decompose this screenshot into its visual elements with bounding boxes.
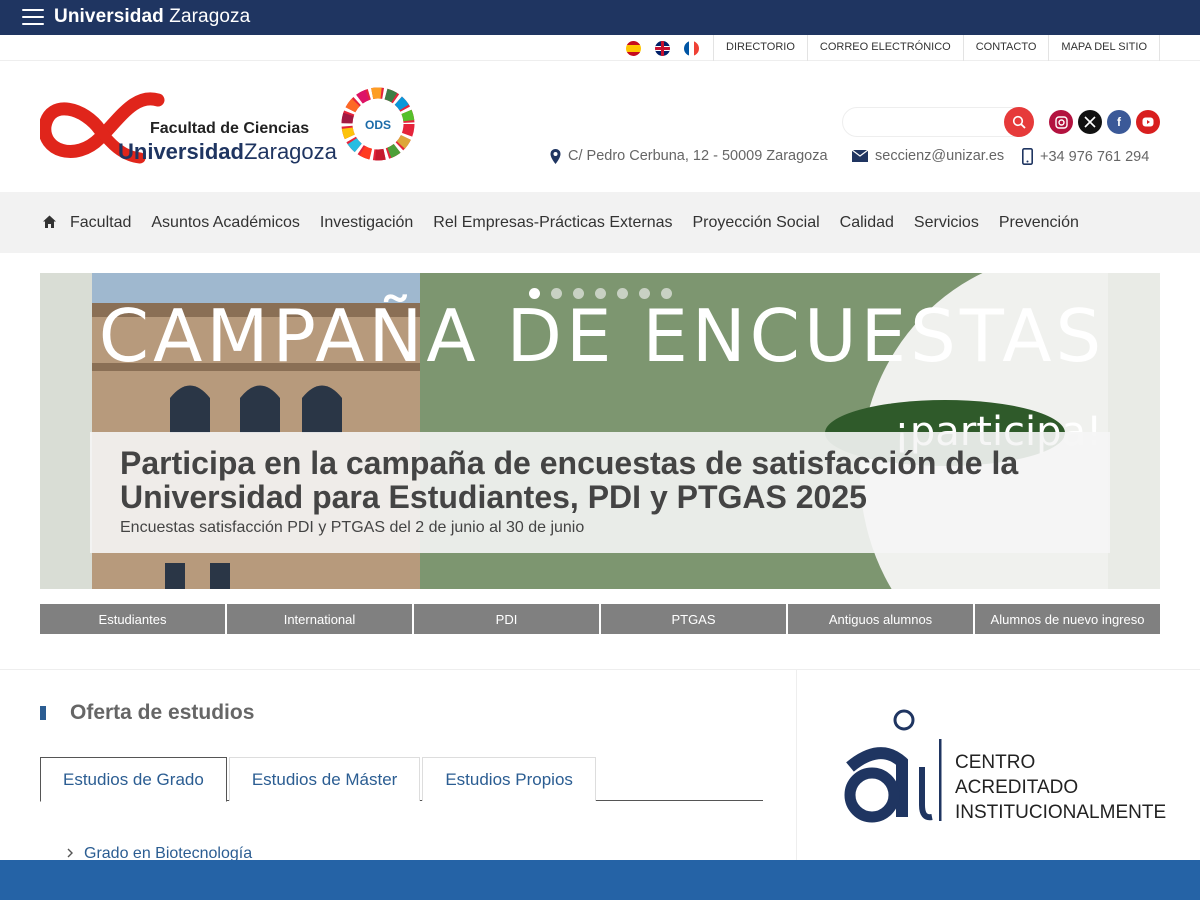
chevron-right-icon [67,848,73,858]
email-contact[interactable]: seccienz@unizar.es [852,148,1004,164]
ods-logo-icon[interactable]: ODS [338,84,418,164]
quick-link-nuevo-ingreso[interactable]: Alumnos de nuevo ingreso [975,604,1160,634]
slider-dot[interactable] [573,288,584,299]
ods-label: ODS [365,118,391,132]
location-pin-icon [550,148,561,164]
banner-text: CAMPAÑA DE ENCUESTAS [99,294,1105,378]
nav-item-servicios[interactable]: Servicios [904,214,989,232]
slide-subtitle: Encuestas satisfacción PDI y PTGAS del 2… [120,519,585,536]
nav-item-facultad[interactable]: Facultad [60,214,141,232]
envelope-icon [852,150,868,162]
quick-link-estudiantes[interactable]: Estudiantes [40,604,225,634]
contact-link[interactable]: CONTACTO [962,35,1049,61]
english-flag-icon[interactable] [655,41,670,56]
x-twitter-icon[interactable] [1078,110,1102,134]
quick-link-pdi[interactable]: PDI [414,604,599,634]
tab-estudios-propios[interactable]: Estudios Propios [422,757,596,801]
faculty-logo[interactable]: Facultad de Ciencias UniversidadZaragoza [40,88,337,168]
quick-link-ptgas[interactable]: PTGAS [601,604,786,634]
logo-faculty-name: Facultad de Ciencias [150,120,310,137]
slider-dot[interactable] [661,288,672,299]
slider-dots [529,288,683,299]
utility-links: DIRECTORIO CORREO ELECTRÓNICO CONTACTO M… [713,35,1160,61]
top-bar: Universidad Zaragoza [0,0,1200,35]
directory-link[interactable]: DIRECTORIO [713,35,807,61]
header: Facultad de Ciencias UniversidadZaragoza… [0,61,1200,192]
news-slider[interactable]: CAMPAÑA DE ENCUESTAS ¡participa! Partici… [40,273,1160,589]
menu-icon[interactable] [22,9,44,27]
search-icon [1012,115,1026,129]
address: C/ Pedro Cerbuna, 12 - 50009 Zaragoza [550,148,828,164]
tab-estudios-de-grado[interactable]: Estudios de Grado [40,757,227,802]
nav-item-calidad[interactable]: Calidad [830,214,904,232]
utility-bar: DIRECTORIO CORREO ELECTRÓNICO CONTACTO M… [0,35,1200,61]
quick-link-international[interactable]: International [227,604,412,634]
sitemap-link[interactable]: MAPA DEL SITIO [1048,35,1160,61]
nav-item-asuntos-academicos[interactable]: Asuntos Académicos [141,214,310,232]
slide-caption[interactable]: Participa en la campaña de encuestas de … [90,432,1110,553]
logo-university-name: UniversidadZaragoza [118,139,337,164]
email-link[interactable]: CORREO ELECTRÓNICO [806,35,963,61]
main-navigation: Facultad Asuntos Académicos Investigació… [0,192,1200,253]
studies-title: Oferta de estudios [70,701,255,724]
spanish-flag-icon[interactable] [626,41,641,56]
section-divider [0,669,1200,670]
slide-title[interactable]: Participa en la campaña de encuestas de … [120,446,1080,514]
slider-dot[interactable] [551,288,562,299]
tab-estudios-de-master[interactable]: Estudios de Máster [228,757,421,801]
youtube-icon[interactable] [1136,110,1160,134]
facebook-icon[interactable]: f [1107,110,1131,134]
instagram-icon[interactable] [1049,110,1073,134]
french-flag-icon[interactable] [684,41,699,56]
column-divider [796,670,797,860]
slider-dot[interactable] [595,288,606,299]
bottom-bar [0,860,1200,900]
quick-link-antiguos-alumnos[interactable]: Antiguos alumnos [788,604,973,634]
accreditation-text: CENTRO ACREDITADO INSTITUCIONALMENTE [955,752,1167,823]
nav-item-investigacion[interactable]: Investigación [310,214,423,232]
section-marker [40,706,46,720]
nav-item-prevencion[interactable]: Prevención [989,214,1089,232]
nav-item-rel-empresas[interactable]: Rel Empresas-Prácticas Externas [423,214,682,232]
slider-dot[interactable] [639,288,650,299]
university-brand[interactable]: Universidad Zaragoza [54,6,250,28]
audience-links: Estudiantes International PDI PTGAS Anti… [40,604,1160,634]
phone-contact[interactable]: +34 976 761 294 [1022,148,1149,165]
search-button[interactable] [1004,107,1034,137]
home-icon[interactable] [42,214,57,229]
slider-dot[interactable] [617,288,628,299]
studies-tabs: Estudios de Grado Estudios de Máster Est… [40,757,763,802]
nav-item-proyeccion-social[interactable]: Proyección Social [682,214,829,232]
slider-dot[interactable] [529,288,540,299]
mobile-phone-icon [1022,148,1033,165]
